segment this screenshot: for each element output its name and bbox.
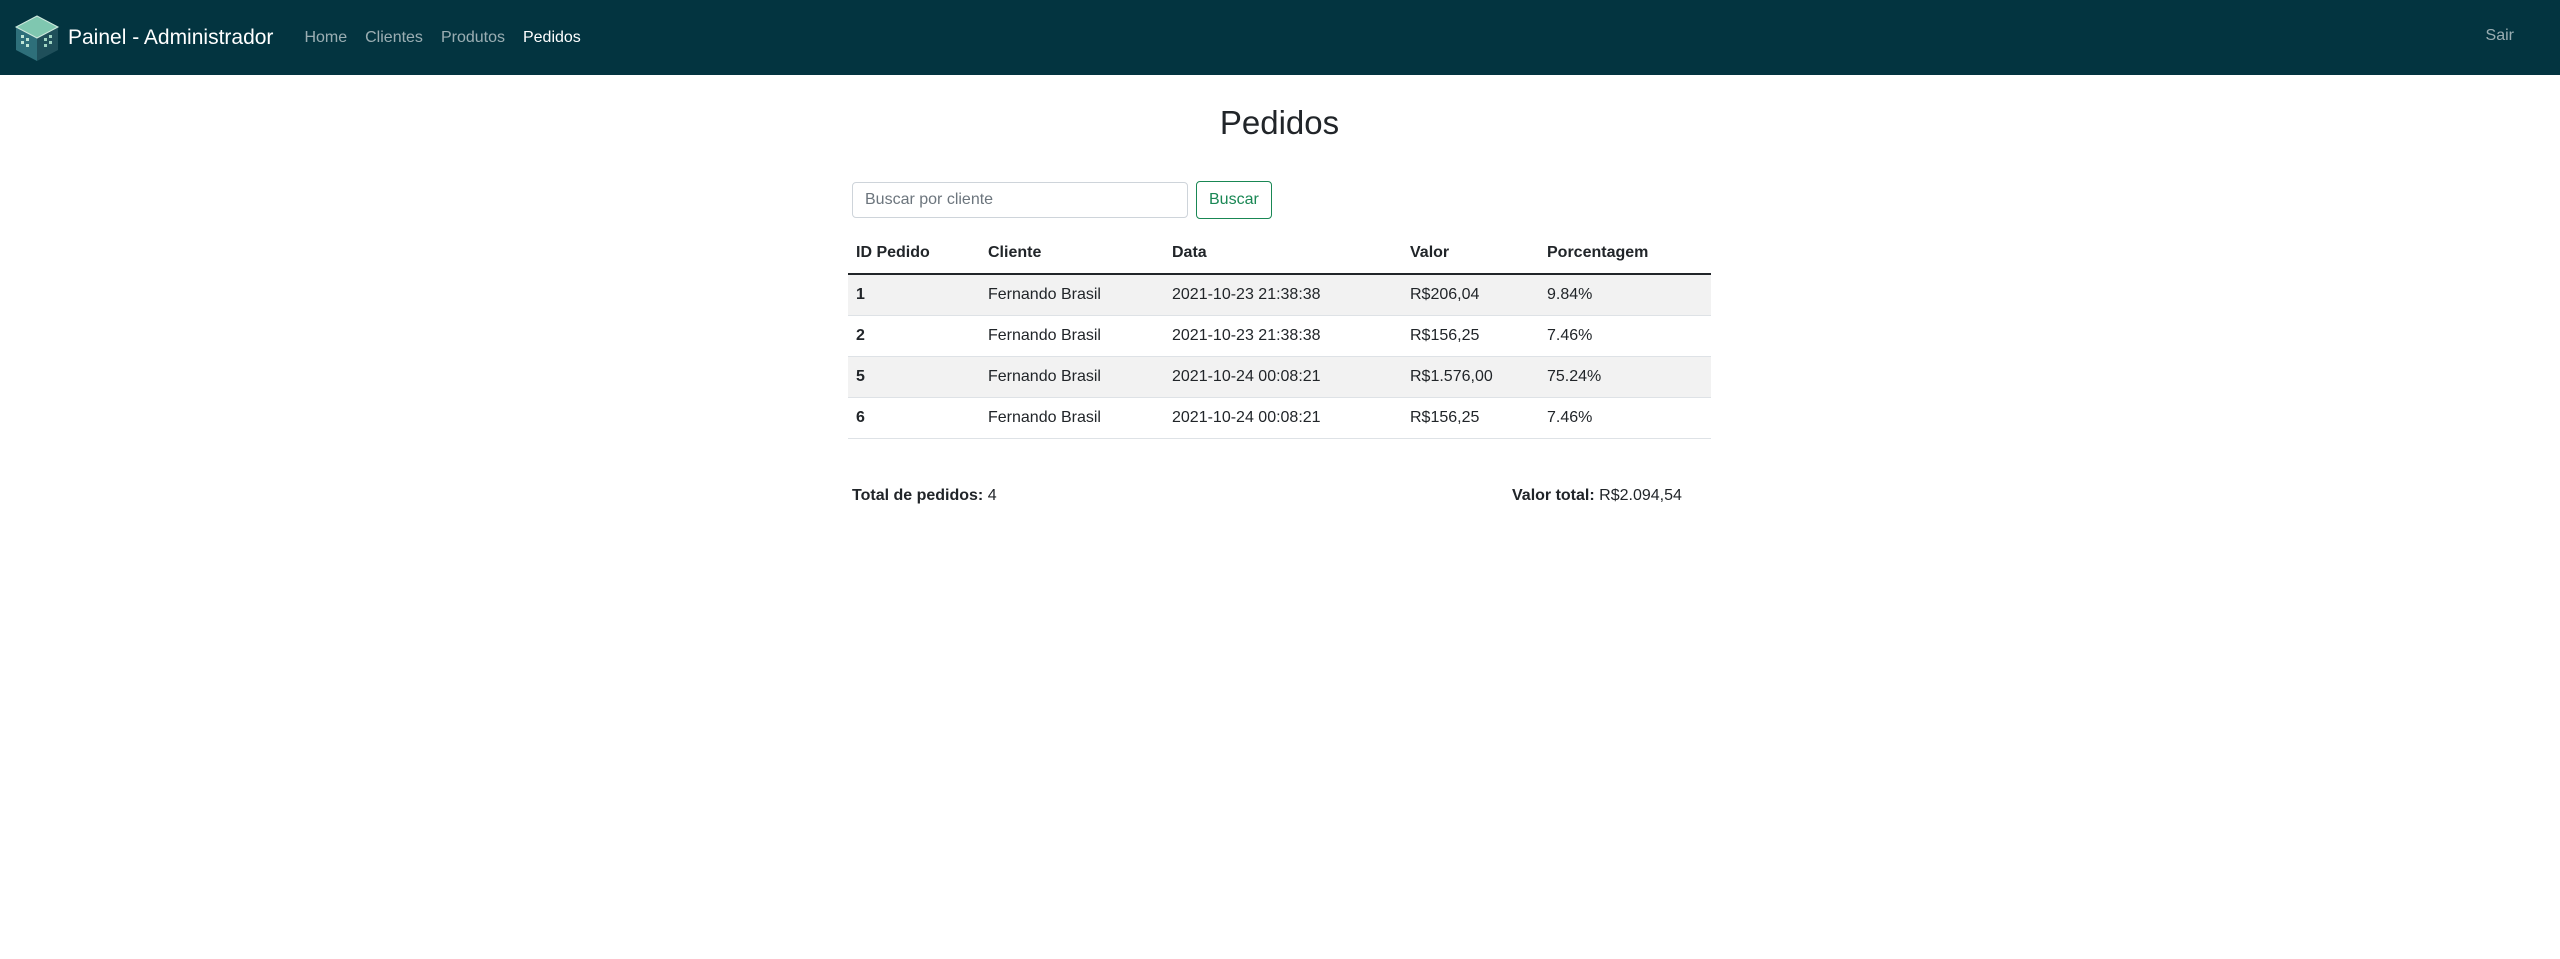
cell-valor: R$206,04: [1402, 274, 1539, 316]
cell-porcentagem: 75.24%: [1539, 356, 1711, 398]
orders-summary: Total de pedidos: 4 Valor total: R$2.094…: [848, 487, 1711, 511]
table-row[interactable]: 2 Fernando Brasil 2021-10-23 21:38:38 R$…: [848, 315, 1711, 357]
cell-cliente: Fernando Brasil: [980, 356, 1164, 398]
brand-link[interactable]: Painel - Administrador: [12, 13, 273, 63]
orders-table: ID Pedido Cliente Data Valor Porcentagem…: [848, 233, 1711, 439]
total-orders: Total de pedidos: 4: [852, 487, 997, 505]
cell-porcentagem: 9.84%: [1539, 274, 1711, 316]
cell-data: 2021-10-23 21:38:38: [1164, 274, 1402, 316]
total-value: Valor total: R$2.094,54: [1512, 487, 1682, 505]
cell-id: 2: [848, 315, 980, 357]
cell-data: 2021-10-24 00:08:21: [1164, 397, 1402, 439]
brand-title: Painel - Administrador: [68, 25, 274, 49]
total-value-label: Valor total:: [1512, 487, 1595, 504]
cell-id: 5: [848, 356, 980, 398]
table-row[interactable]: 5 Fernando Brasil 2021-10-24 00:08:21 R$…: [848, 356, 1711, 398]
cell-cliente: Fernando Brasil: [980, 274, 1164, 316]
search-input[interactable]: [852, 182, 1188, 218]
total-orders-label: Total de pedidos:: [852, 487, 984, 504]
main-content: Pedidos Buscar ID Pedido Cliente Data Va…: [848, 75, 1711, 511]
cell-porcentagem: 7.46%: [1539, 315, 1711, 357]
header-id-pedido[interactable]: ID Pedido: [848, 233, 980, 275]
cell-data: 2021-10-24 00:08:21: [1164, 356, 1402, 398]
search-form: Buscar: [852, 181, 1711, 219]
header-data[interactable]: Data: [1164, 233, 1402, 275]
cell-cliente: Fernando Brasil: [980, 397, 1164, 439]
cell-valor: R$1.576,00: [1402, 356, 1539, 398]
header-porcentagem[interactable]: Porcentagem: [1539, 233, 1711, 275]
nav-link-produtos[interactable]: Produtos: [432, 29, 514, 47]
cube-logo-icon: [14, 14, 60, 61]
total-orders-value: 4: [987, 487, 997, 504]
cell-porcentagem: 7.46%: [1539, 397, 1711, 439]
cell-data: 2021-10-23 21:38:38: [1164, 315, 1402, 357]
header-cliente[interactable]: Cliente: [980, 233, 1164, 275]
page-title: Pedidos: [1219, 104, 1340, 141]
total-value-amount: R$2.094,54: [1599, 487, 1682, 504]
top-navbar: Painel - Administrador Home Clientes Pro…: [0, 0, 2560, 75]
table-row[interactable]: 1 Fernando Brasil 2021-10-23 21:38:38 R$…: [848, 274, 1711, 316]
cell-valor: R$156,25: [1402, 315, 1539, 357]
cell-id: 1: [848, 274, 980, 316]
logout-link[interactable]: Sair: [2486, 27, 2514, 45]
nav-link-pedidos[interactable]: Pedidos: [514, 29, 590, 47]
table-row[interactable]: 6 Fernando Brasil 2021-10-24 00:08:21 R$…: [848, 397, 1711, 439]
nav-link-clientes[interactable]: Clientes: [356, 29, 432, 47]
cell-id: 6: [848, 397, 980, 439]
header-valor[interactable]: Valor: [1402, 233, 1539, 275]
search-button[interactable]: Buscar: [1196, 181, 1272, 219]
cell-cliente: Fernando Brasil: [980, 315, 1164, 357]
nav-links: Home Clientes Produtos Pedidos: [295, 29, 589, 47]
cell-valor: R$156,25: [1402, 397, 1539, 439]
table-header-row: ID Pedido Cliente Data Valor Porcentagem: [848, 233, 1711, 275]
nav-link-home[interactable]: Home: [295, 29, 356, 47]
